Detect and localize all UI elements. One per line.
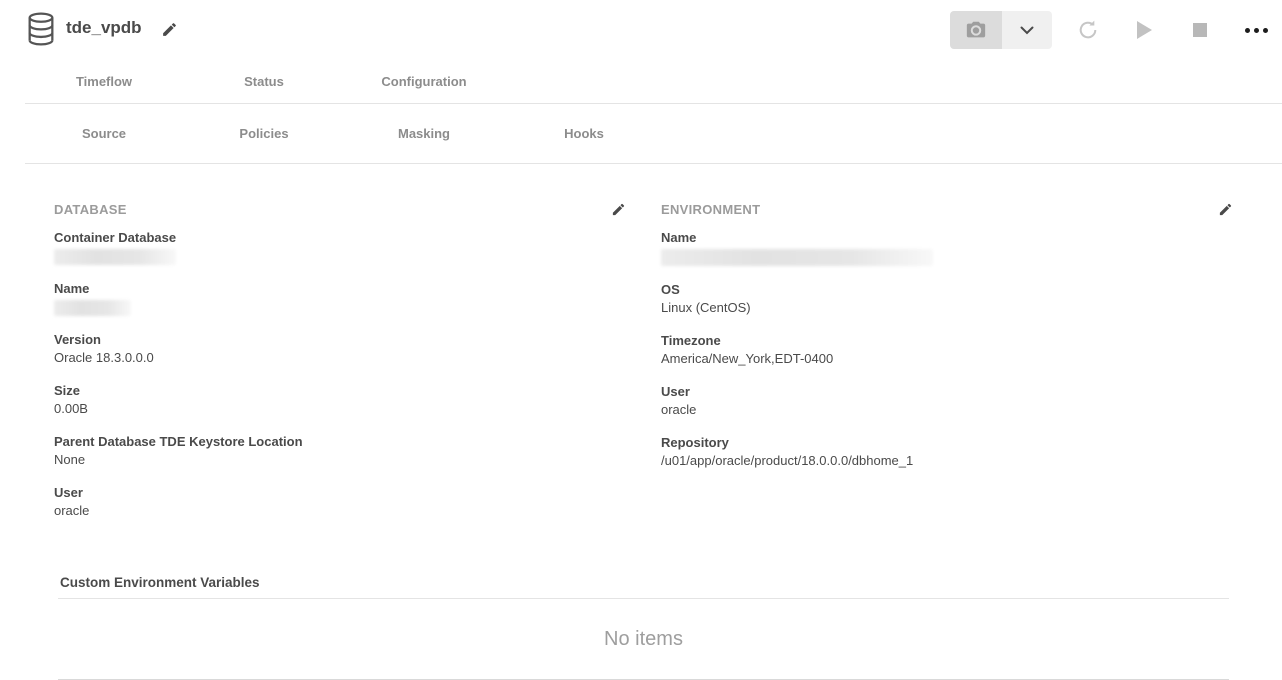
- camera-icon: [965, 19, 987, 41]
- refresh-button[interactable]: [1068, 11, 1108, 49]
- field-label: Timezone: [661, 332, 1237, 350]
- subtab-policies[interactable]: Policies: [184, 126, 344, 141]
- field-label: Version: [54, 331, 630, 349]
- action-toolbar: [950, 11, 1276, 49]
- snapshot-menu-button[interactable]: [1002, 11, 1052, 49]
- database-edit-pencil-icon[interactable]: [611, 202, 630, 217]
- subtabs-divider: [25, 163, 1282, 164]
- field-label: OS: [661, 281, 1237, 299]
- tab-timeflow[interactable]: Timeflow: [24, 74, 184, 89]
- play-icon: [1136, 21, 1152, 39]
- source-panel: DATABASE Container Database Name Version…: [0, 200, 1282, 535]
- field-label: Name: [661, 229, 1237, 247]
- main-tabs: Timeflow Status Configuration: [0, 60, 1282, 103]
- field-value: oracle: [54, 502, 630, 520]
- field-value: None: [54, 451, 630, 469]
- field-environment-user: User oracle: [661, 383, 1237, 419]
- field-repository: Repository /u01/app/oracle/product/18.0.…: [661, 434, 1237, 470]
- field-environment-name: Name: [661, 229, 1237, 266]
- field-size: Size 0.00B: [54, 382, 630, 418]
- page-title: tde_vpdb: [66, 18, 142, 38]
- environment-section: ENVIRONMENT Name OS Linux (CentOS) Timez…: [661, 200, 1237, 535]
- field-label: Size: [54, 382, 630, 400]
- field-database-name: Name: [54, 280, 630, 316]
- field-version: Version Oracle 18.3.0.0.0: [54, 331, 630, 367]
- field-value: America/New_York,EDT-0400: [661, 350, 1237, 368]
- redacted-value: [661, 249, 933, 266]
- field-label: Name: [54, 280, 630, 298]
- chevron-down-icon: [1020, 26, 1034, 35]
- custom-environment-variables-title: Custom Environment Variables: [58, 575, 1229, 599]
- field-value: Oracle 18.3.0.0.0: [54, 349, 630, 367]
- header: tde_vpdb: [0, 0, 1282, 60]
- field-label: User: [54, 484, 630, 502]
- custom-environment-variables-section: Custom Environment Variables No items: [58, 575, 1229, 680]
- redacted-value: [54, 249, 176, 265]
- snapshot-button[interactable]: [950, 11, 1002, 49]
- field-label: User: [661, 383, 1237, 401]
- database-section: DATABASE Container Database Name Version…: [54, 200, 630, 535]
- field-os: OS Linux (CentOS): [661, 281, 1237, 317]
- start-button[interactable]: [1124, 11, 1164, 49]
- field-database-user: User oracle: [54, 484, 630, 520]
- refresh-icon: [1076, 18, 1100, 42]
- database-section-title: DATABASE: [54, 202, 127, 217]
- subtab-source[interactable]: Source: [24, 126, 184, 141]
- empty-state-text: No items: [58, 628, 1229, 651]
- tab-status[interactable]: Status: [184, 74, 344, 89]
- environment-edit-pencil-icon[interactable]: [1218, 202, 1237, 217]
- stop-button[interactable]: [1180, 11, 1220, 49]
- snapshot-split-button: [950, 11, 1052, 49]
- field-value: Linux (CentOS): [661, 299, 1237, 317]
- tab-configuration[interactable]: Configuration: [344, 74, 504, 89]
- subtab-hooks[interactable]: Hooks: [504, 126, 664, 141]
- database-icon: [27, 12, 55, 46]
- title-edit-pencil-icon[interactable]: [161, 21, 178, 38]
- ellipsis-icon: [1245, 28, 1268, 33]
- redacted-value: [54, 300, 131, 316]
- field-label: Repository: [661, 434, 1237, 452]
- field-label: Parent Database TDE Keystore Location: [54, 433, 630, 451]
- environment-section-title: ENVIRONMENT: [661, 202, 760, 217]
- configuration-subtabs: Source Policies Masking Hooks: [0, 104, 1282, 163]
- stop-icon: [1193, 23, 1207, 37]
- field-value: /u01/app/oracle/product/18.0.0.0/dbhome_…: [661, 452, 1237, 470]
- field-value: oracle: [661, 401, 1237, 419]
- field-value: 0.00B: [54, 400, 630, 418]
- field-timezone: Timezone America/New_York,EDT-0400: [661, 332, 1237, 368]
- field-tde-keystore-location: Parent Database TDE Keystore Location No…: [54, 433, 630, 469]
- subtab-masking[interactable]: Masking: [344, 126, 504, 141]
- field-container-database: Container Database: [54, 229, 630, 265]
- more-options-button[interactable]: [1236, 11, 1276, 49]
- field-label: Container Database: [54, 229, 630, 247]
